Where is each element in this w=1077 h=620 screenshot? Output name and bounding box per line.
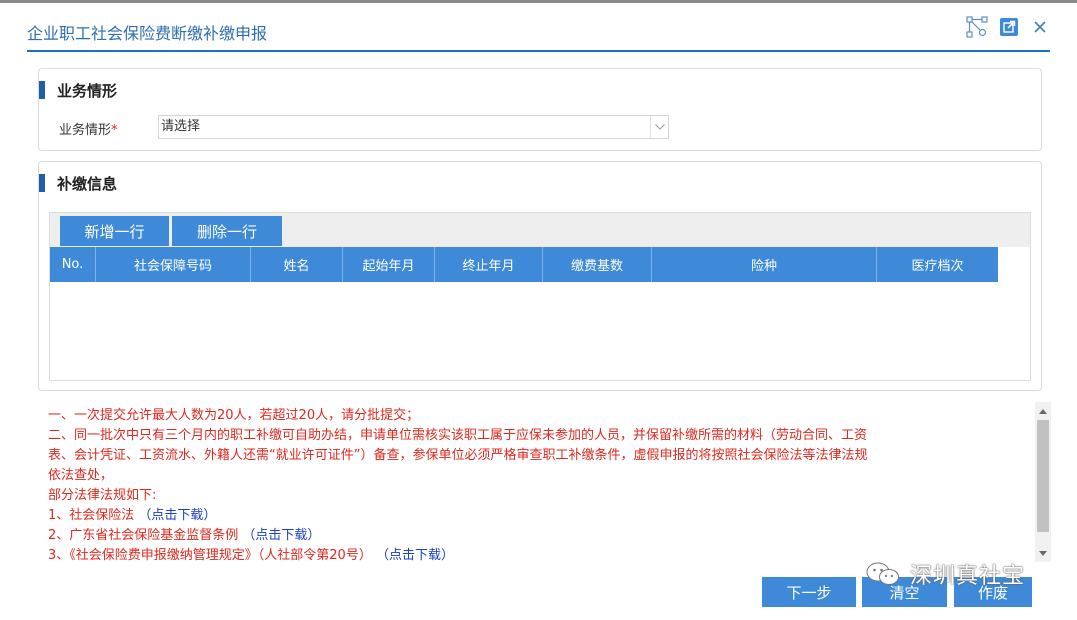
- column-header-no[interactable]: No.: [50, 247, 96, 282]
- law-item-3: 3、《社会保险费申报缴纳管理规定》（人社部令第20号） （点击下载）: [48, 544, 454, 562]
- notice-scrollbar[interactable]: [1035, 402, 1051, 562]
- business-situation-panel: 业务情形 业务情形* 请选择: [38, 68, 1042, 151]
- delete-row-button[interactable]: 删除一行: [172, 216, 282, 246]
- dialog-title-bar: 企业职工社会保险费断缴补缴申报: [0, 3, 1077, 51]
- next-step-button[interactable]: 下一步: [762, 577, 856, 607]
- business-situation-label-text: 业务情形: [59, 123, 112, 138]
- column-header-start-month[interactable]: 起始年月: [343, 247, 435, 282]
- business-situation-label: 业务情形*: [59, 119, 118, 138]
- supplement-info-heading: 补缴信息: [39, 174, 118, 193]
- column-header-insurance-type[interactable]: 险种: [652, 247, 877, 282]
- close-icon[interactable]: [1029, 16, 1051, 38]
- chevron-down-icon[interactable]: [650, 116, 668, 138]
- column-header-medical-level[interactable]: 医疗档次: [877, 247, 998, 282]
- notice-line-4: 依法查处，: [48, 468, 114, 483]
- column-header-social-security-number[interactable]: 社会保障号码: [96, 247, 251, 282]
- supplement-grid: 新增一行 删除一行 No. 社会保障号码 姓名 起始年月 终止年月 缴费基数 险…: [49, 212, 1031, 381]
- supplement-info-title: 补缴信息: [57, 174, 118, 193]
- law-item-2: 2、广东省社会保险基金监督条例 （点击下载）: [48, 524, 320, 543]
- popout-icon[interactable]: [998, 16, 1020, 38]
- business-situation-select[interactable]: 请选择: [158, 115, 669, 139]
- column-header-payment-base[interactable]: 缴费基数: [543, 247, 652, 282]
- scrollbar-thumb[interactable]: [1037, 420, 1049, 532]
- dialog-title: 企业职工社会保险费断缴补缴申报: [27, 24, 268, 43]
- grid-header-row: No. 社会保障号码 姓名 起始年月 终止年月 缴费基数 险种 医疗档次: [50, 247, 998, 282]
- notice-text-area: 一、一次提交允许最大人数为20人，若超过20人，请分批提交； 二、同一批次中只有…: [38, 400, 1050, 562]
- notice-line-3: 表、会计凭证、工资流水、外籍人还需“就业许可证件”）备查，参保单位必须严格审查职…: [48, 448, 868, 463]
- column-header-name[interactable]: 姓名: [251, 247, 343, 282]
- diagram-icon[interactable]: [966, 16, 988, 38]
- wechat-icon: [866, 562, 899, 585]
- notice-line-5: 部分法律法规如下:: [48, 488, 157, 503]
- law-item-3-download-link[interactable]: （点击下载）: [376, 548, 454, 562]
- business-situation-title: 业务情形: [57, 81, 118, 100]
- heading-marker: [39, 174, 45, 192]
- law-item-1-download-link[interactable]: （点击下载）: [138, 508, 216, 523]
- scroll-up-icon[interactable]: [1035, 404, 1051, 418]
- heading-marker: [39, 81, 45, 99]
- law-item-3-text: 3、《社会保险费申报缴纳管理规定》（人社部令第20号）: [48, 548, 372, 562]
- watermark-text: 深圳真社宝: [910, 564, 1026, 589]
- business-situation-select-value: 请选择: [161, 119, 201, 134]
- law-item-1: 1、社会保险法 （点击下载）: [48, 504, 216, 523]
- law-item-1-text: 1、社会保险法: [48, 508, 135, 523]
- notice-line-1: 一、一次提交允许最大人数为20人，若超过20人，请分批提交；: [48, 408, 420, 423]
- business-situation-heading: 业务情形: [39, 81, 118, 100]
- required-marker: *: [111, 123, 118, 138]
- watermark: 深圳真社宝: [866, 559, 1025, 589]
- column-header-end-month[interactable]: 终止年月: [435, 247, 543, 282]
- notice-line-2: 二、同一批次中只有三个月内的职工补缴可自助办结，申请单位需核实该职工属于应保未参…: [48, 428, 868, 443]
- grid-toolbar: 新增一行 删除一行: [50, 213, 1030, 247]
- law-item-2-download-link[interactable]: （点击下载）: [242, 528, 320, 543]
- add-row-button[interactable]: 新增一行: [60, 216, 169, 246]
- title-divider: [27, 50, 1050, 52]
- supplement-info-panel: 补缴信息 新增一行 删除一行 No. 社会保障号码 姓名 起始年月 终止年月 缴…: [38, 161, 1042, 391]
- scroll-down-icon[interactable]: [1035, 546, 1051, 560]
- law-item-2-text: 2、广东省社会保险基金监督条例: [48, 528, 239, 543]
